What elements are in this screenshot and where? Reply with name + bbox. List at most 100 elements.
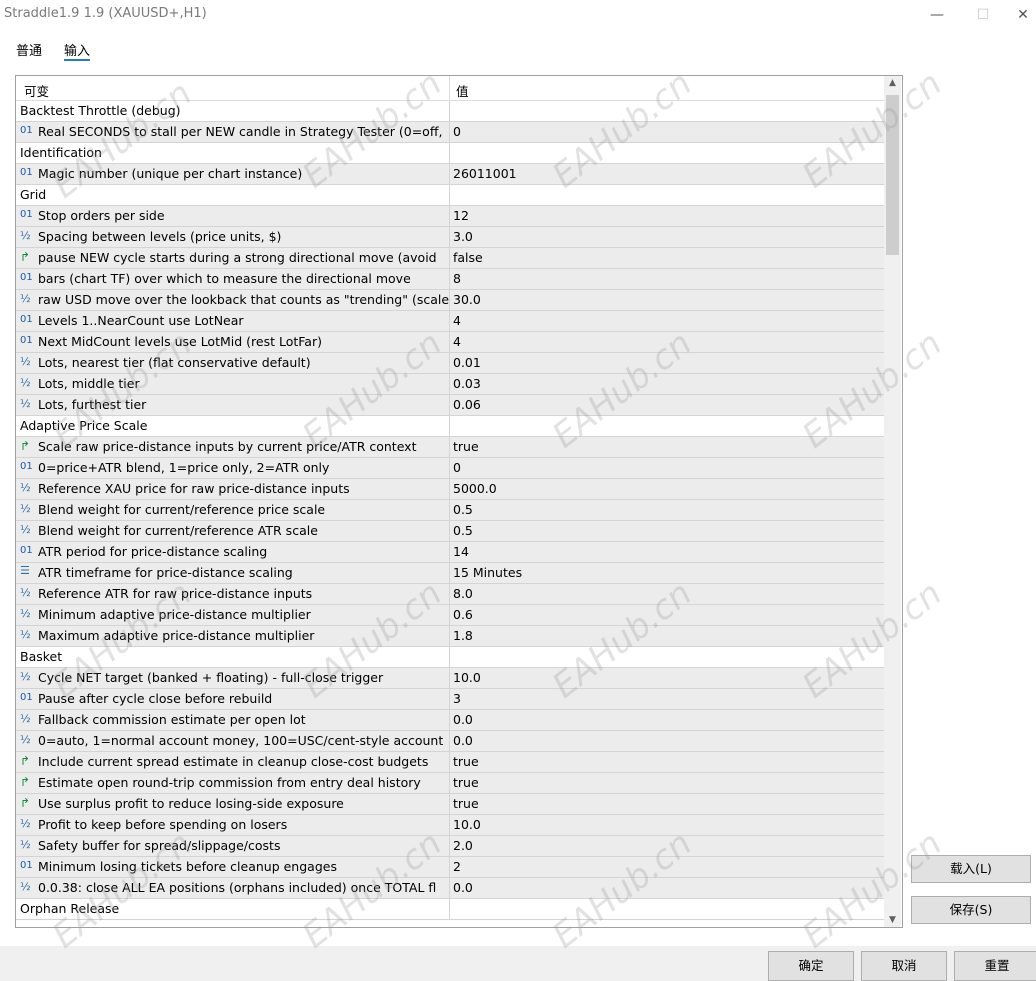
parameter-row[interactable]: 01 Pause after cycle close before rebuild… (16, 689, 884, 710)
group-label: Grid (20, 187, 47, 202)
parameter-value[interactable]: 12 (453, 208, 469, 223)
parameter-row[interactable]: 01 Stop orders per side 12 (16, 206, 884, 227)
parameter-row[interactable]: ½ Reference XAU price for raw price-dista… (16, 479, 884, 500)
parameter-value[interactable]: 0 (453, 124, 461, 139)
parameter-row[interactable]: ↱ Scale raw price-distance inputs by curr… (16, 437, 884, 458)
minimize-button[interactable]: — (914, 2, 960, 28)
parameter-row[interactable]: ☰ ATR timeframe for price-distance scalin… (16, 563, 884, 584)
parameter-value[interactable]: true (453, 775, 479, 790)
group-header-row[interactable]: Identification (16, 143, 884, 164)
scrollbar-thumb[interactable] (886, 95, 899, 255)
parameter-row[interactable]: ½ Blend weight for current/reference ATR … (16, 521, 884, 542)
parameter-value[interactable]: 0 (453, 460, 461, 475)
parameter-row[interactable]: ↱ Include current spread estimate in clea… (16, 752, 884, 773)
parameter-value[interactable]: 5000.0 (453, 481, 497, 496)
parameter-value[interactable]: 3.0 (453, 229, 473, 244)
save-button[interactable]: 保存(S) (911, 896, 1031, 924)
parameter-row[interactable]: ½ Lots, nearest tier (flat conservative d… (16, 353, 884, 374)
parameter-value[interactable]: 0.03 (453, 376, 481, 391)
parameter-value[interactable]: 0.0 (453, 712, 473, 727)
double-type-icon: ½ (20, 817, 31, 830)
group-header-row[interactable]: Orphan Release (16, 899, 884, 920)
scroll-up-icon[interactable]: ▲ (884, 78, 901, 88)
scroll-down-icon[interactable]: ▼ (884, 915, 901, 925)
parameter-value[interactable]: true (453, 796, 479, 811)
parameter-value[interactable]: 0.01 (453, 355, 481, 370)
parameter-value[interactable]: 30.0 (453, 292, 481, 307)
parameter-row[interactable]: ½ Cycle NET target (banked + floating) - … (16, 668, 884, 689)
parameter-value[interactable]: 0.5 (453, 523, 473, 538)
column-header-value[interactable]: 值 (456, 81, 469, 100)
parameter-value[interactable]: 0.6 (453, 607, 473, 622)
parameter-row[interactable]: ½ Maximum adaptive price-distance multipl… (16, 626, 884, 647)
group-header-row[interactable]: Adaptive Price Scale (16, 416, 884, 437)
parameter-value[interactable]: 26011001 (453, 166, 517, 181)
parameter-value[interactable]: 0.06 (453, 397, 481, 412)
cell-divider (449, 773, 450, 793)
parameter-row[interactable]: 01 Magic number (unique per chart instanc… (16, 164, 884, 185)
parameter-row[interactable]: 01 Minimum losing tickets before cleanup … (16, 857, 884, 878)
parameter-row[interactable]: 01 Next MidCount levels use LotMid (rest … (16, 332, 884, 353)
tab-inputs[interactable]: 输入 (64, 40, 91, 61)
parameter-row[interactable]: ↱ Use surplus profit to reduce losing-sid… (16, 794, 884, 815)
parameter-row[interactable]: ½ Fallback commission estimate per open l… (16, 710, 884, 731)
parameter-row[interactable]: ½ Lots, furthest tier 0.06 (16, 395, 884, 416)
parameter-row[interactable]: 01 bars (chart TF) over which to measure … (16, 269, 884, 290)
parameter-name: 0=price+ATR blend, 1=price only, 2=ATR o… (38, 460, 330, 475)
grid-rows: Backtest Throttle (debug) 01 Real SECONDS … (16, 101, 884, 920)
ok-button[interactable]: 确定 (768, 951, 854, 981)
parameter-value[interactable]: 10.0 (453, 670, 481, 685)
cell-divider (449, 185, 450, 205)
parameter-row[interactable]: ½ Lots, middle tier 0.03 (16, 374, 884, 395)
parameter-value[interactable]: 4 (453, 313, 461, 328)
parameter-value[interactable]: 15 Minutes (453, 565, 522, 580)
cell-divider (449, 332, 450, 352)
group-header-row[interactable]: Basket (16, 647, 884, 668)
reset-button[interactable]: 重置 (954, 951, 1036, 981)
parameter-name: ATR period for price-distance scaling (38, 544, 268, 559)
parameter-row[interactable]: ½ 0.0.38: close ALL EA positions (orphans… (16, 878, 884, 899)
integer-type-icon: 01 (20, 209, 33, 220)
parameter-row[interactable]: ½ Spacing between levels (price units, $)… (16, 227, 884, 248)
parameter-row[interactable]: 01 ATR period for price-distance scaling 1… (16, 542, 884, 563)
parameter-value[interactable]: 4 (453, 334, 461, 349)
vertical-scrollbar[interactable]: ▲ ▼ (884, 76, 901, 927)
parameter-value[interactable]: true (453, 754, 479, 769)
load-button[interactable]: 载入(L) (911, 855, 1031, 883)
tab-common[interactable]: 普通 (16, 40, 42, 59)
double-type-icon: ½ (20, 712, 31, 725)
parameter-row[interactable]: ½ Profit to keep before spending on loser… (16, 815, 884, 836)
parameter-name: Profit to keep before spending on losers (38, 817, 288, 832)
parameter-value[interactable]: false (453, 250, 483, 265)
parameter-row[interactable]: ½ Minimum adaptive price-distance multipl… (16, 605, 884, 626)
parameter-row[interactable]: ½ Reference ATR for raw price-distance in… (16, 584, 884, 605)
close-button[interactable]: ✕ (1000, 2, 1036, 28)
parameter-value[interactable]: 2.0 (453, 838, 473, 853)
group-header-row[interactable]: Backtest Throttle (debug) (16, 101, 884, 122)
column-divider[interactable] (449, 76, 450, 100)
parameter-name: Real SECONDS to stall per NEW candle in … (38, 124, 443, 139)
parameter-row[interactable]: ½ 0=auto, 1=normal account money, 100=USC… (16, 731, 884, 752)
parameter-value[interactable]: 10.0 (453, 817, 481, 832)
parameter-value[interactable]: 2 (453, 859, 461, 874)
parameter-value[interactable]: 0.0 (453, 880, 473, 895)
parameter-row[interactable]: 01 0=price+ATR blend, 1=price only, 2=ATR… (16, 458, 884, 479)
cancel-button[interactable]: 取消 (861, 951, 947, 981)
group-header-row[interactable]: Grid (16, 185, 884, 206)
parameter-value[interactable]: 0.5 (453, 502, 473, 517)
parameter-row[interactable]: ½ Safety buffer for spread/slippage/costs… (16, 836, 884, 857)
parameter-row[interactable]: ↱ Estimate open round-trip commission fro… (16, 773, 884, 794)
parameter-value[interactable]: 1.8 (453, 628, 473, 643)
parameter-value[interactable]: 8.0 (453, 586, 473, 601)
column-header-variable[interactable]: 可变 (24, 81, 49, 100)
parameter-row[interactable]: 01 Levels 1..NearCount use LotNear 4 (16, 311, 884, 332)
parameter-value[interactable]: 8 (453, 271, 461, 286)
parameter-value[interactable]: 0.0 (453, 733, 473, 748)
parameter-row[interactable]: ½ raw USD move over the lookback that cou… (16, 290, 884, 311)
parameter-value[interactable]: true (453, 439, 479, 454)
parameter-row[interactable]: ½ Blend weight for current/reference pric… (16, 500, 884, 521)
parameter-row[interactable]: 01 Real SECONDS to stall per NEW candle i… (16, 122, 884, 143)
parameter-value[interactable]: 14 (453, 544, 469, 559)
parameter-row[interactable]: ↱ pause NEW cycle starts during a strong … (16, 248, 884, 269)
parameter-value[interactable]: 3 (453, 691, 461, 706)
